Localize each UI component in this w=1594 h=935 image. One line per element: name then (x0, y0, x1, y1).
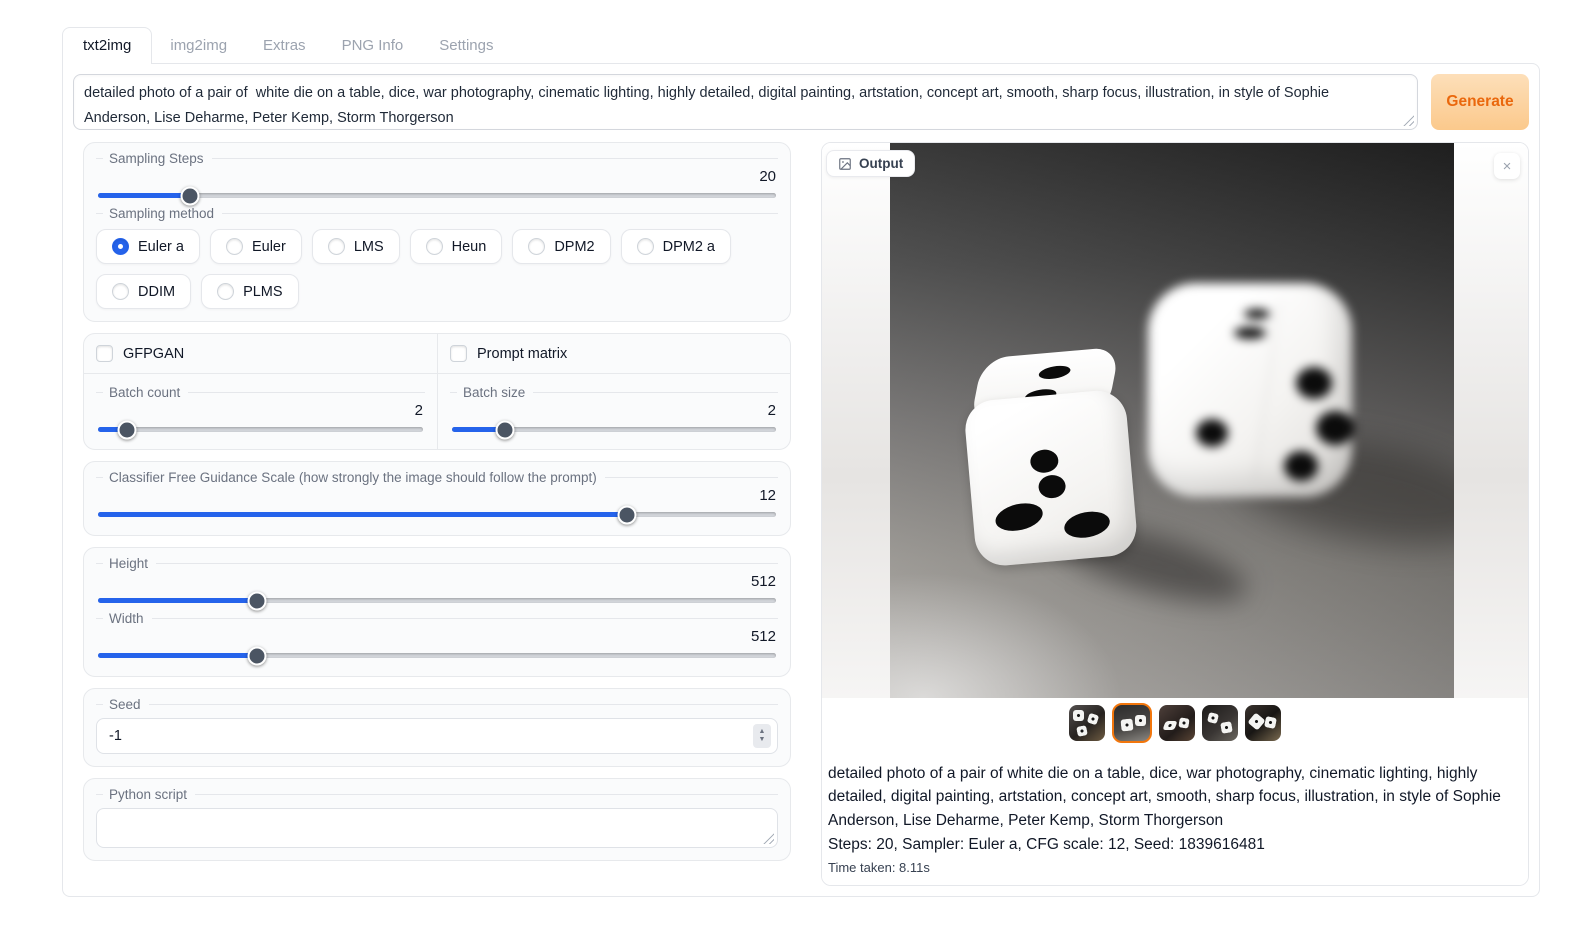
prompt-row: detailed photo of a pair of white die on… (73, 74, 1529, 130)
radio-selected-icon (112, 238, 129, 255)
tab-bar: txt2img img2img Extras PNG Info Settings (62, 25, 1540, 63)
foreground-die (959, 346, 1144, 568)
batch-size-label: Batch size (463, 385, 525, 400)
radio-label: Heun (452, 239, 487, 255)
generated-image[interactable] (890, 143, 1454, 698)
txt2img-app: txt2img img2img Extras PNG Info Settings… (62, 25, 1540, 897)
cfg-group: Classifier Free Guidance Scale (how stro… (83, 461, 791, 536)
radio-icon (637, 238, 654, 255)
radio-label: PLMS (243, 284, 283, 300)
close-icon[interactable]: × (1494, 153, 1520, 179)
radio-icon (217, 283, 234, 300)
dimensions-group: Height 512 Width 512 (83, 547, 791, 677)
thumbnail-3[interactable] (1159, 705, 1195, 741)
gallery-right-strip: × (1454, 143, 1528, 698)
gallery-left-strip (822, 143, 890, 698)
sampling-group: Sampling Steps 20 Sampling method Euler … (83, 142, 791, 322)
python-script-box (96, 808, 778, 848)
caption-prompt: detailed photo of a pair of white die on… (828, 762, 1520, 832)
gfpgan-label: GFPGAN (123, 346, 184, 362)
image-icon (838, 157, 852, 171)
sampling-steps-slider[interactable] (98, 193, 776, 198)
radio-dpm2-a[interactable]: DPM2 a (621, 229, 731, 264)
prompt-box: detailed photo of a pair of white die on… (73, 74, 1418, 130)
radio-label: DPM2 a (663, 239, 715, 255)
batch-count-label: Batch count (109, 385, 180, 400)
seed-label: Seed (109, 697, 141, 712)
tab-img2img[interactable]: img2img (152, 28, 245, 63)
radio-icon (226, 238, 243, 255)
python-script-group: Python script (83, 778, 791, 861)
checkbox-icon[interactable] (450, 345, 467, 362)
prompt-input[interactable]: detailed photo of a pair of white die on… (74, 75, 1417, 129)
thumbnail-4[interactable] (1202, 705, 1238, 741)
output-label: Output (859, 156, 903, 171)
tab-extras[interactable]: Extras (245, 28, 324, 63)
radio-icon (528, 238, 545, 255)
radio-label: LMS (354, 239, 384, 255)
radio-ddim[interactable]: DDIM (96, 274, 191, 309)
seed-input[interactable] (96, 718, 778, 754)
tab-png-info[interactable]: PNG Info (324, 28, 422, 63)
radio-euler[interactable]: Euler (210, 229, 302, 264)
generate-button[interactable]: Generate (1431, 74, 1529, 130)
cfg-slider[interactable] (98, 512, 776, 517)
prompt-matrix-label: Prompt matrix (477, 346, 567, 362)
radio-heun[interactable]: Heun (410, 229, 503, 264)
height-value: 512 (96, 573, 776, 590)
options-batch-group: GFPGAN Prompt matrix Batch count 2 (83, 333, 791, 450)
python-script-label: Python script (109, 787, 187, 802)
radio-icon (112, 283, 129, 300)
radio-icon (328, 238, 345, 255)
height-label: Height (109, 556, 148, 571)
caption-params: Steps: 20, Sampler: Euler a, CFG scale: … (828, 833, 1520, 856)
width-value: 512 (96, 628, 776, 645)
main-container: detailed photo of a pair of white die on… (62, 63, 1540, 897)
radio-label: Euler a (138, 239, 184, 255)
radio-label: DPM2 (554, 239, 594, 255)
radio-lms[interactable]: LMS (312, 229, 400, 264)
sampling-method-label: Sampling method (109, 206, 214, 221)
prompt-matrix-checkbox-row[interactable]: Prompt matrix (450, 345, 778, 362)
tab-txt2img[interactable]: txt2img (62, 27, 152, 64)
thumbnail-5[interactable] (1245, 705, 1281, 741)
batch-count-slider[interactable] (98, 427, 423, 432)
gfpgan-checkbox-row[interactable]: GFPGAN (96, 345, 425, 362)
output-label-pill: Output (826, 150, 915, 177)
caption-time-taken: Time taken: 8.11s (828, 860, 1520, 875)
radio-dpm2[interactable]: DPM2 (512, 229, 610, 264)
batch-count-value: 2 (96, 402, 423, 419)
thumbnail-2-selected[interactable] (1112, 703, 1152, 743)
background-die (1148, 283, 1352, 497)
output-media: Output (822, 143, 1528, 698)
radio-icon (426, 238, 443, 255)
width-slider[interactable] (98, 653, 776, 658)
number-spinner[interactable]: ▲▼ (753, 724, 771, 748)
radio-label: Euler (252, 239, 286, 255)
sampling-steps-label: Sampling Steps (109, 151, 204, 166)
settings-column: Sampling Steps 20 Sampling method Euler … (83, 142, 791, 872)
width-label: Width (109, 611, 144, 626)
sampling-steps-value: 20 (96, 168, 776, 185)
checkbox-icon[interactable] (96, 345, 113, 362)
radio-label: DDIM (138, 284, 175, 300)
batch-size-value: 2 (450, 402, 776, 419)
cfg-value: 12 (96, 487, 776, 504)
gallery-thumbnails (822, 698, 1528, 748)
python-script-input[interactable] (97, 809, 777, 847)
radio-plms[interactable]: PLMS (201, 274, 299, 309)
sampling-method-options: Euler a Euler LMS Heun DPM2 DPM2 a DDIM … (96, 229, 778, 309)
height-slider[interactable] (98, 598, 776, 603)
output-caption: detailed photo of a pair of white die on… (822, 748, 1528, 885)
radio-euler-a[interactable]: Euler a (96, 229, 200, 264)
seed-group: Seed ▲▼ (83, 688, 791, 767)
cfg-label: Classifier Free Guidance Scale (how stro… (109, 470, 597, 485)
output-panel: Output (821, 142, 1529, 886)
thumbnail-1[interactable] (1069, 705, 1105, 741)
tab-settings[interactable]: Settings (421, 28, 511, 63)
batch-size-slider[interactable] (452, 427, 776, 432)
